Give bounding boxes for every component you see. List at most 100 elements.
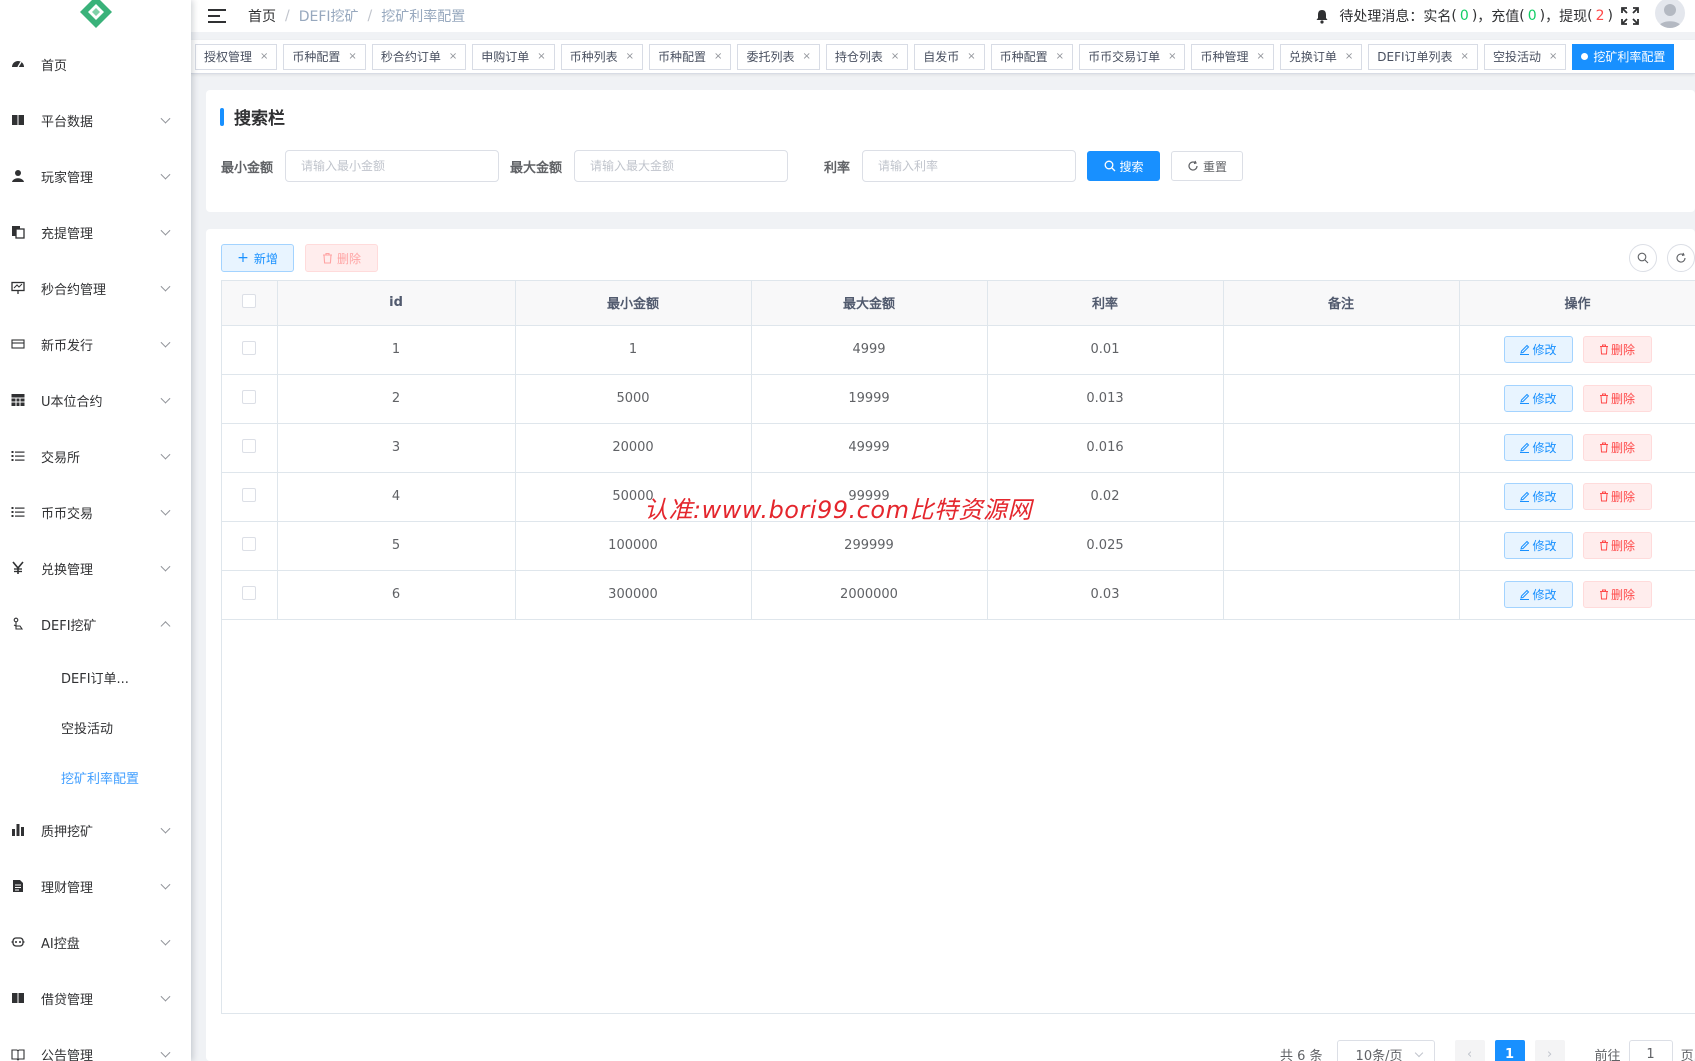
cell-actions: 修改 删除: [1459, 325, 1695, 375]
tag-7[interactable]: 持仓列表 ×: [825, 43, 909, 70]
tag-0[interactable]: 授权管理 ×: [195, 43, 278, 70]
edit-button[interactable]: 修改: [1503, 483, 1573, 510]
select-all-checkbox[interactable]: [242, 293, 257, 308]
sidebar-item-9[interactable]: 兑换管理: [0, 540, 191, 596]
close-icon[interactable]: ×: [1345, 51, 1353, 62]
close-icon[interactable]: ×: [802, 51, 810, 62]
close-icon[interactable]: ×: [1549, 51, 1557, 62]
row-checkbox[interactable]: [242, 487, 257, 502]
tag-14[interactable]: 空投活动 ×: [1483, 43, 1567, 70]
sidebar-item-3[interactable]: 充提管理: [0, 204, 191, 260]
user-icon: [10, 168, 26, 184]
tag-11[interactable]: 币种管理 ×: [1191, 43, 1274, 70]
next-page-button[interactable]: ›: [1534, 1040, 1565, 1061]
prev-page-button[interactable]: ‹: [1454, 1040, 1485, 1061]
sidebar-subitem-0[interactable]: DEFI订单...: [0, 652, 191, 702]
tag-13[interactable]: DEFI订单列表 ×: [1368, 43, 1478, 70]
sidebar-item-10[interactable]: DEFI挖矿: [0, 596, 191, 652]
withdraw-count[interactable]: 2: [1596, 8, 1605, 24]
edit-label: 修改: [1532, 490, 1557, 504]
delete-button[interactable]: 删除: [1582, 385, 1652, 412]
row-checkbox[interactable]: [242, 438, 257, 453]
toggle-search-button[interactable]: [1629, 244, 1657, 272]
sidebar: 首页 平台数据 玩家管理 充提管理 秒合约管理 新币发行 U本位合约 交易所 币币交易 兑换管理 D…: [0, 0, 191, 1061]
header-remark: 备注: [1223, 281, 1460, 326]
tag-12[interactable]: 兑换订单 ×: [1279, 43, 1363, 70]
bell-icon[interactable]: [1315, 9, 1329, 24]
close-icon[interactable]: ×: [1168, 51, 1176, 62]
tag-5[interactable]: 币种配置 ×: [649, 43, 732, 70]
sidebar-item-after-0[interactable]: 质押挖矿: [0, 802, 191, 858]
close-icon[interactable]: ×: [891, 51, 899, 62]
tag-10[interactable]: 币币交易订单 ×: [1079, 43, 1186, 70]
sidebar-item-after-3[interactable]: 借贷管理: [0, 970, 191, 1026]
refresh-button[interactable]: [1667, 244, 1695, 272]
bulk-delete-button[interactable]: 删除: [305, 244, 378, 272]
min-amount-input[interactable]: [285, 150, 500, 182]
sidebar-item-after-2[interactable]: AI控盘: [0, 914, 191, 970]
recharge-count[interactable]: 0: [1528, 8, 1537, 24]
row-checkbox[interactable]: [242, 536, 257, 551]
edit-button[interactable]: 修改: [1503, 532, 1573, 559]
sidebar-item-1[interactable]: 平台数据: [0, 92, 191, 148]
sidebar-item-7[interactable]: 交易所: [0, 428, 191, 484]
breadcrumb-home[interactable]: 首页: [248, 6, 276, 26]
reset-button[interactable]: 重置: [1171, 151, 1244, 181]
sidebar-item-6[interactable]: U本位合约: [0, 372, 191, 428]
close-icon[interactable]: ×: [1256, 51, 1264, 62]
tag-2[interactable]: 秒合约订单 ×: [371, 43, 467, 70]
max-amount-input[interactable]: [574, 150, 789, 182]
goto-input[interactable]: 1: [1628, 1040, 1673, 1061]
page-number[interactable]: 1: [1494, 1040, 1525, 1061]
close-icon[interactable]: ×: [348, 51, 356, 62]
edit-button[interactable]: 修改: [1503, 385, 1573, 412]
sidebar-item-2[interactable]: 玩家管理: [0, 148, 191, 204]
row-checkbox[interactable]: [242, 340, 257, 355]
close-icon[interactable]: ×: [714, 51, 722, 62]
tag-3[interactable]: 申购订单 ×: [472, 43, 555, 70]
delete-button[interactable]: 删除: [1582, 532, 1652, 559]
sidebar-subitem-1[interactable]: 空投活动: [0, 702, 191, 752]
tag-8[interactable]: 自发币 ×: [914, 43, 985, 70]
avatar[interactable]: [1655, 0, 1685, 28]
fullscreen-icon[interactable]: [1621, 7, 1639, 25]
tag-6[interactable]: 委托列表 ×: [737, 43, 820, 70]
edit-button[interactable]: 修改: [1503, 434, 1573, 461]
close-icon[interactable]: ×: [449, 51, 457, 62]
close-icon[interactable]: ×: [1461, 51, 1469, 62]
tag-4[interactable]: 币种列表 ×: [560, 43, 644, 70]
row-checkbox[interactable]: [242, 389, 257, 404]
sidebar-item-5[interactable]: 新币发行: [0, 316, 191, 372]
tag-active[interactable]: 挖矿利率配置: [1572, 43, 1675, 70]
delete-button[interactable]: 删除: [1582, 483, 1652, 510]
cell-min-amount: 5000: [515, 374, 752, 424]
sidebar-subitem-2[interactable]: 挖矿利率配置: [0, 752, 191, 802]
close-icon[interactable]: ×: [1056, 51, 1064, 62]
edit-button[interactable]: 修改: [1503, 581, 1573, 608]
close-icon[interactable]: ×: [626, 51, 634, 62]
edit-button[interactable]: 修改: [1503, 336, 1573, 363]
edit-label: 修改: [1532, 441, 1557, 455]
delete-button[interactable]: 删除: [1582, 434, 1652, 461]
search-button[interactable]: 搜索: [1087, 151, 1161, 181]
sidebar-item-after-4[interactable]: 公告管理: [0, 1026, 191, 1061]
tag-9[interactable]: 币种配置 ×: [990, 43, 1074, 70]
hamburger-icon[interactable]: [208, 9, 226, 23]
realname-count[interactable]: 0: [1460, 8, 1469, 24]
add-button[interactable]: + 新增: [221, 244, 294, 272]
sidebar-item-4[interactable]: 秒合约管理: [0, 260, 191, 316]
tag-1[interactable]: 币种配置 ×: [283, 43, 366, 70]
sidebar-item-after-1[interactable]: 理财管理: [0, 858, 191, 914]
row-checkbox[interactable]: [242, 585, 257, 600]
close-icon[interactable]: ×: [260, 51, 268, 62]
page-size-select[interactable]: 10条/页: [1336, 1040, 1435, 1061]
cell-remark: [1223, 374, 1460, 424]
sidebar-item-8[interactable]: 币币交易: [0, 484, 191, 540]
delete-button[interactable]: 删除: [1582, 581, 1652, 608]
rate-input[interactable]: [862, 150, 1077, 182]
delete-button[interactable]: 删除: [1582, 336, 1652, 363]
close-icon[interactable]: ×: [537, 51, 545, 62]
close-icon[interactable]: ×: [967, 51, 975, 62]
sidebar-item-0[interactable]: 首页: [0, 36, 191, 92]
trash-icon: [1599, 393, 1608, 404]
